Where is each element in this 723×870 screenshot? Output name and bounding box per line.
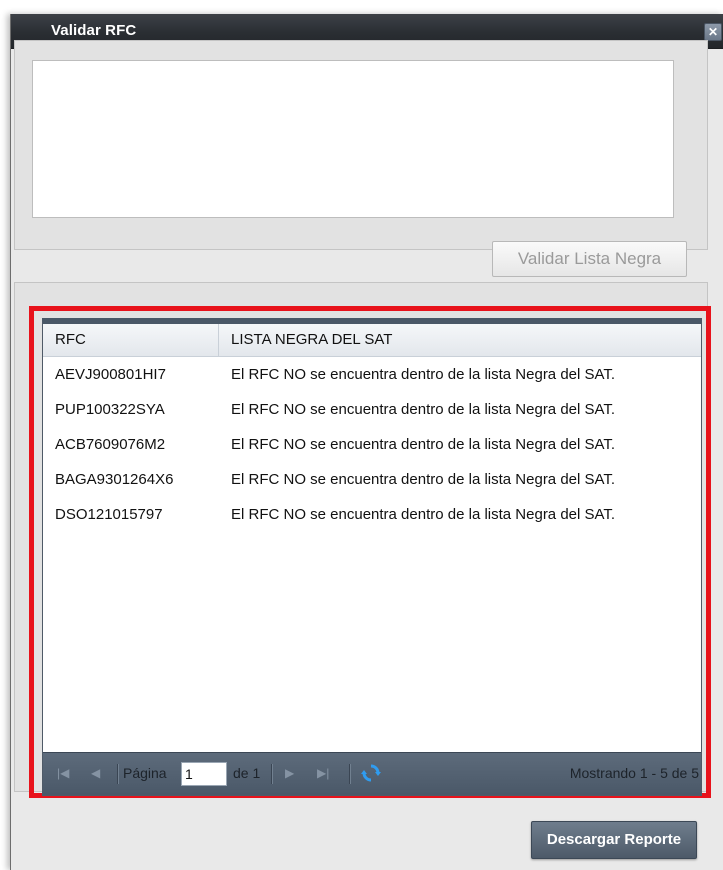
validar-lista-negra-button[interactable]: Validar Lista Negra — [492, 241, 687, 277]
rfc-input[interactable] — [32, 60, 674, 218]
results-grid: RFC LISTA NEGRA DEL SAT AEVJ900801HI7 El… — [42, 318, 702, 796]
table-row[interactable]: ACB7609076M2 El RFC NO se encuentra dent… — [43, 427, 701, 462]
page-count-label: de 1 — [233, 765, 261, 781]
first-page-icon[interactable]: |◀ — [57, 766, 69, 780]
rfc-cell: AEVJ900801HI7 — [55, 366, 166, 383]
rfc-cell: PUP100322SYA — [55, 401, 165, 418]
input-panel — [14, 40, 708, 250]
column-header-lista-negra[interactable]: LISTA NEGRA DEL SAT — [219, 324, 701, 356]
page-number-input[interactable] — [181, 762, 227, 786]
last-page-icon[interactable]: ▶| — [317, 766, 329, 780]
close-icon[interactable]: ✕ — [704, 23, 722, 41]
prev-page-icon[interactable]: ◀ — [91, 766, 100, 780]
status-cell: El RFC NO se encuentra dentro de la list… — [231, 506, 616, 523]
paging-toolbar: |◀ ◀ Página de 1 ▶ ▶| Mostrando 1 - 5 de… — [43, 752, 701, 795]
rfc-cell: ACB7609076M2 — [55, 436, 166, 453]
descargar-reporte-button[interactable]: Descargar Reporte — [531, 821, 697, 859]
table-row[interactable]: PUP100322SYA El RFC NO se encuentra dent… — [43, 392, 701, 427]
next-page-icon[interactable]: ▶ — [285, 766, 294, 780]
page-label: Página — [123, 765, 167, 781]
window-title: Validar RFC — [51, 22, 137, 39]
rfc-cell: BAGA9301264X6 — [55, 471, 174, 488]
paging-info: Mostrando 1 - 5 de 5 — [569, 765, 699, 781]
toolbar-separator — [271, 764, 273, 784]
table-row[interactable]: BAGA9301264X6 El RFC NO se encuentra den… — [43, 462, 701, 497]
status-cell: El RFC NO se encuentra dentro de la list… — [231, 366, 616, 383]
status-cell: El RFC NO se encuentra dentro de la list… — [231, 436, 616, 453]
refresh-icon[interactable] — [361, 763, 381, 783]
toolbar-separator — [349, 764, 351, 784]
status-cell: El RFC NO se encuentra dentro de la list… — [231, 471, 616, 488]
rfc-cell: DSO121015797 — [55, 506, 163, 523]
table-row[interactable]: DSO121015797 El RFC NO se encuentra dent… — [43, 497, 701, 532]
toolbar-separator — [117, 764, 119, 784]
status-cell: El RFC NO se encuentra dentro de la list… — [231, 401, 616, 418]
grid-header: RFC LISTA NEGRA DEL SAT — [43, 324, 701, 357]
table-row[interactable]: AEVJ900801HI7 El RFC NO se encuentra den… — [43, 357, 701, 392]
grid-body: AEVJ900801HI7 El RFC NO se encuentra den… — [43, 357, 701, 532]
column-header-rfc[interactable]: RFC — [43, 324, 219, 356]
